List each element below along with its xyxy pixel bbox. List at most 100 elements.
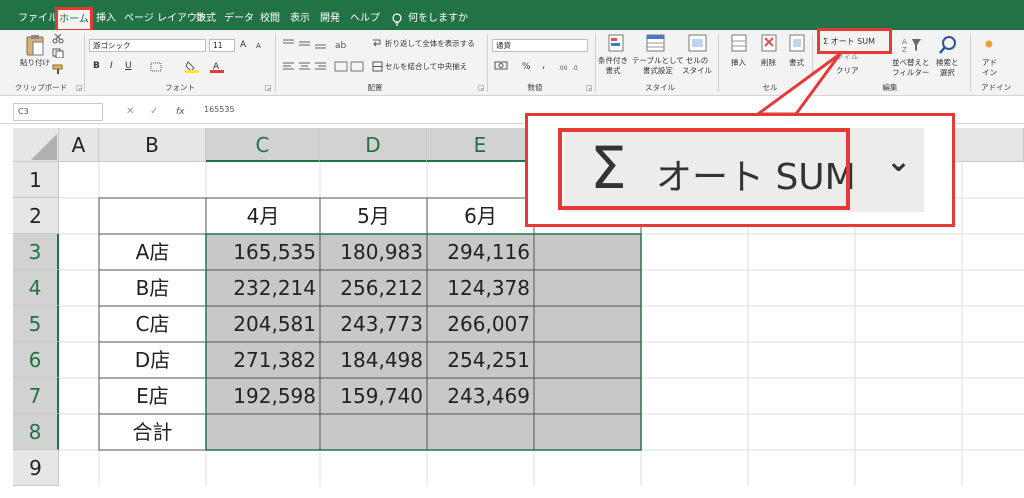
column-header-d[interactable]: D [320, 128, 427, 162]
merge-center-label[interactable]: セルを結合して中央揃え [385, 62, 467, 72]
cell-value[interactable]: 294,116 [427, 234, 534, 270]
grow-font-button[interactable]: A [240, 40, 246, 50]
paste-label[interactable]: 貼り付け [20, 58, 50, 68]
comma-style-button[interactable]: , [542, 61, 545, 71]
enter-icon[interactable]: ✓ [150, 107, 158, 117]
fill-color-icon[interactable] [185, 60, 199, 73]
name-box[interactable]: C3 [13, 103, 103, 121]
cell-store-name[interactable]: C店 [99, 306, 206, 342]
find-select-label[interactable]: 検索と 選択 [936, 58, 959, 78]
tab-help[interactable]: ヘルプ [350, 9, 380, 29]
insert-cells-label[interactable]: 挿入 [731, 58, 746, 68]
cell-e2-month[interactable]: 6月 [427, 198, 534, 234]
borders-icon[interactable] [150, 62, 162, 72]
cell-value[interactable]: 243,773 [320, 306, 427, 342]
tab-review[interactable]: 校閲 [258, 9, 282, 29]
conditional-format-label[interactable]: 条件付き 書式 [598, 56, 628, 76]
tab-developer[interactable]: 開発 [318, 9, 342, 29]
cell-value[interactable]: 184,498 [320, 342, 427, 378]
select-all-corner[interactable] [13, 128, 59, 162]
cell-value[interactable]: 165,535 [206, 234, 320, 270]
row-header-2[interactable]: 2 [13, 198, 59, 234]
indent-icons[interactable] [334, 61, 366, 72]
tab-insert[interactable]: 挿入 [94, 9, 118, 29]
delete-cells-icon[interactable] [760, 34, 778, 54]
tell-me-search[interactable]: 何をしますか [408, 9, 468, 29]
wrap-text-label[interactable]: 折り返して全体を表示する [385, 39, 475, 49]
number-format-combo[interactable]: 通貨 [492, 39, 588, 52]
row-header-8[interactable]: 8 [13, 414, 59, 450]
accounting-format-icon[interactable] [494, 61, 508, 72]
format-as-table-icon[interactable] [646, 34, 666, 54]
insert-function-icon[interactable]: fx [176, 107, 185, 117]
row-header-5[interactable]: 5 [13, 306, 59, 342]
addins-icon[interactable] [983, 38, 995, 50]
cell-value[interactable]: 180,983 [320, 234, 427, 270]
bold-button[interactable]: B [93, 61, 100, 71]
alignment-launcher-icon[interactable]: ◲ [478, 84, 485, 92]
vertical-align-icons[interactable] [282, 38, 330, 50]
italic-button[interactable]: I [110, 61, 113, 71]
addins-label[interactable]: アド イン [982, 58, 997, 78]
row-header-6[interactable]: 6 [13, 342, 59, 378]
cell-value[interactable]: 192,598 [206, 378, 320, 414]
cut-icon[interactable] [52, 34, 64, 44]
row-header-3[interactable]: 3 [13, 234, 59, 270]
cell-value[interactable]: 124,378 [427, 270, 534, 306]
tab-page-layout[interactable]: ページ レイアウト [124, 9, 207, 29]
horizontal-align-icons[interactable] [282, 61, 330, 72]
cell-d2-month[interactable]: 5月 [320, 198, 427, 234]
tab-file[interactable]: ファイル [18, 9, 58, 29]
wrap-text-icon[interactable] [372, 38, 382, 49]
row-header-4[interactable]: 4 [13, 270, 59, 306]
cell-value[interactable]: 271,382 [206, 342, 320, 378]
tab-view[interactable]: 表示 [288, 9, 312, 29]
format-as-table-label[interactable]: テーブルとして 書式設定 [632, 56, 684, 76]
cell-value[interactable]: 256,212 [320, 270, 427, 306]
decimal-buttons-icon[interactable]: .00 .0 [558, 61, 586, 73]
sort-filter-icon[interactable]: AZ [902, 36, 922, 54]
cell-styles-icon[interactable] [688, 34, 708, 54]
cell-c2-month[interactable]: 4月 [206, 198, 320, 234]
font-launcher-icon[interactable]: ◲ [265, 84, 272, 92]
underline-button[interactable]: U [125, 61, 132, 71]
font-name-combo[interactable]: 游ゴシック [89, 39, 206, 52]
cell-value[interactable]: 266,007 [427, 306, 534, 342]
cell-value[interactable]: 254,251 [427, 342, 534, 378]
orientation-icon[interactable]: ab [334, 38, 350, 50]
cancel-icon[interactable]: ✕ [126, 107, 134, 117]
cell-value[interactable]: 232,214 [206, 270, 320, 306]
cell-value[interactable]: 243,469 [427, 378, 534, 414]
font-color-icon[interactable]: A [210, 60, 224, 73]
row-header-7[interactable]: 7 [13, 378, 59, 414]
tab-formulas[interactable]: 数式 [194, 9, 218, 29]
number-launcher-icon[interactable]: ◲ [586, 84, 593, 92]
cell-total-label[interactable]: 合計 [99, 414, 206, 450]
percent-style-button[interactable]: % [522, 62, 531, 72]
format-cells-icon[interactable] [788, 34, 806, 54]
column-header-b[interactable]: B [99, 128, 206, 162]
tab-data[interactable]: データ [224, 9, 254, 29]
copy-icon[interactable] [52, 48, 64, 58]
sort-filter-label[interactable]: 並べ替えと フィルター [892, 58, 930, 78]
cell-styles-label[interactable]: セルの スタイル [682, 56, 712, 76]
find-select-icon[interactable] [938, 35, 958, 55]
shrink-font-button[interactable]: A [256, 41, 261, 51]
cell-value[interactable]: 204,581 [206, 306, 320, 342]
font-size-combo[interactable]: 11 [209, 39, 235, 52]
row-header-1[interactable]: 1 [13, 162, 59, 198]
insert-cells-icon[interactable] [730, 34, 748, 54]
cell-store-name[interactable]: A店 [99, 234, 206, 270]
column-header-a[interactable]: A [59, 128, 99, 162]
cell-store-name[interactable]: D店 [99, 342, 206, 378]
format-painter-icon[interactable] [52, 64, 64, 74]
column-header-e[interactable]: E [427, 128, 534, 162]
cell-value[interactable]: 159,740 [320, 378, 427, 414]
column-header-c[interactable]: C [206, 128, 320, 162]
formula-input[interactable]: 165535 [204, 105, 235, 114]
clipboard-launcher-icon[interactable]: ◲ [76, 84, 83, 92]
cell-store-name[interactable]: E店 [99, 378, 206, 414]
merge-center-icon[interactable] [372, 61, 383, 72]
row-header-9[interactable]: 9 [13, 450, 59, 486]
cell-store-name[interactable]: B店 [99, 270, 206, 306]
